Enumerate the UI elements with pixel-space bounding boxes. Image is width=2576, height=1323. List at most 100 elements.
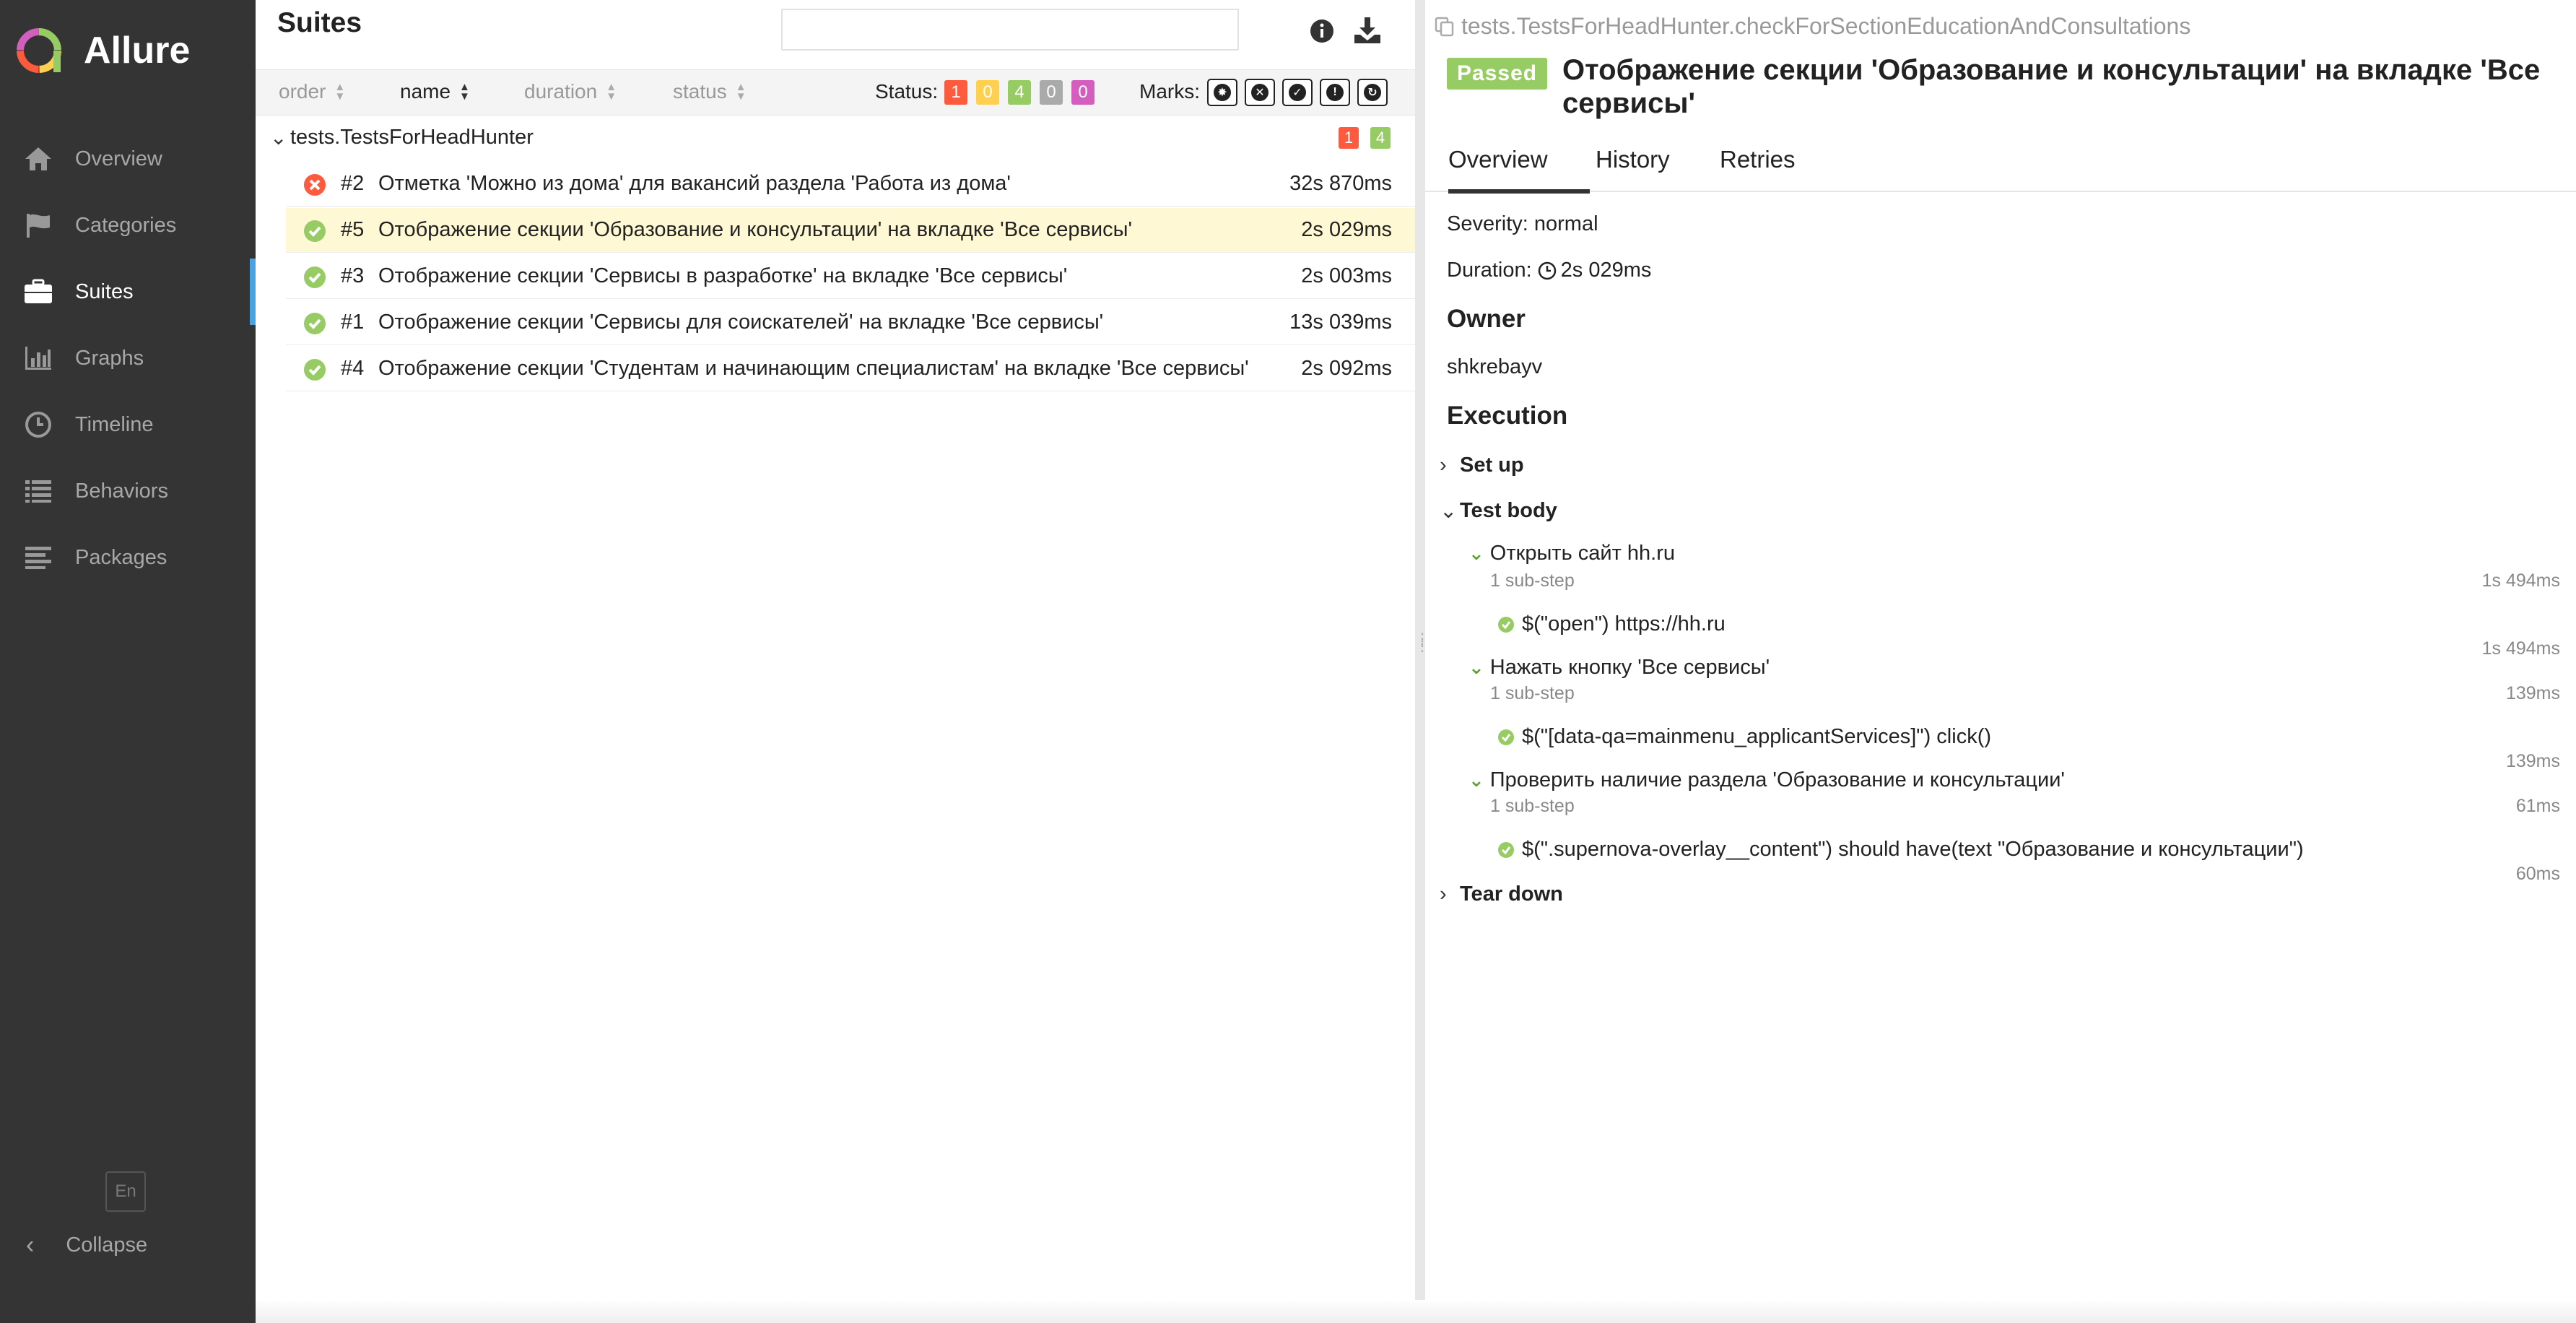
setup-section[interactable]: › Set up: [1440, 454, 1524, 477]
mark-flaky-button[interactable]: ✸: [1207, 79, 1237, 106]
group-passed-count: 4: [1370, 127, 1391, 149]
passed-status-icon: [1498, 841, 1514, 858]
info-icon[interactable]: [1310, 19, 1334, 43]
tab-overview[interactable]: Overview: [1448, 146, 1590, 194]
list-icon: [22, 474, 55, 508]
step-row[interactable]: ⌄ Нажать кнопку 'Все сервисы': [1468, 656, 1770, 680]
duration-line: Duration: 2s 029ms: [1447, 259, 1651, 282]
substep-count: 1 sub-step: [1490, 571, 1575, 591]
step-row[interactable]: ⌄ Открыть сайт hh.ru: [1468, 542, 1675, 565]
tab-history[interactable]: History: [1596, 146, 1670, 189]
sort-label: order: [279, 80, 326, 103]
suite-group-row[interactable]: ⌄ tests.TestsForHeadHunter 1 4: [256, 116, 1415, 159]
nav-packages[interactable]: Packages: [0, 524, 256, 591]
sort-bar: order ▲ ▼ name ▲ ▼ duration ▲ ▼ status ▲ ▼ S…: [256, 69, 1415, 116]
severity-label: Severity: normal: [1447, 212, 1598, 235]
mark-new-passed-button[interactable]: ✓: [1282, 79, 1313, 106]
download-icon[interactable]: [1353, 16, 1382, 45]
setup-label: Set up: [1460, 454, 1524, 477]
test-duration: 13s 039ms: [1289, 311, 1392, 334]
tab-retries[interactable]: Retries: [1720, 146, 1796, 189]
substep-name: $(".supernova-overlay__content") should …: [1522, 838, 2304, 861]
step-row[interactable]: ⌄ Проверить наличие раздела 'Образование…: [1468, 768, 2065, 792]
nav-categories[interactable]: Categories: [0, 192, 256, 259]
nav-behaviors[interactable]: Behaviors: [0, 458, 256, 524]
test-row[interactable]: #3 Отображение секции 'Сервисы в разрабо…: [286, 254, 1415, 299]
substep-name: $("[data-qa=mainmenu_applicantServices]"…: [1522, 725, 1992, 748]
step-name: Открыть сайт hh.ru: [1489, 542, 1676, 565]
passed-status-icon: [304, 359, 326, 381]
nav-graphs[interactable]: Graphs: [0, 325, 256, 391]
sidebar: Allure Overview Categories Suites Graphs…: [0, 0, 256, 1323]
status-filter-label: Status:: [875, 80, 939, 103]
step-duration: 1s 494ms: [2481, 571, 2560, 591]
copy-icon[interactable]: [1434, 16, 1455, 38]
collapse-button[interactable]: ‹ Collapse: [26, 1225, 147, 1265]
sort-name[interactable]: name ▲ ▼: [400, 80, 470, 103]
test-row[interactable]: #5 Отображение секции 'Образование и кон…: [286, 208, 1415, 253]
test-body-section[interactable]: ⌄ Test body: [1440, 498, 1557, 524]
nav-label: Packages: [75, 545, 167, 569]
status-filter-unknown[interactable]: 0: [1071, 80, 1095, 105]
test-name: Отображение секции 'Образование и консул…: [378, 218, 1132, 241]
test-name: Отметка 'Можно из дома' для вакансий раз…: [378, 172, 1011, 195]
page-title: Suites: [277, 7, 362, 38]
marks-filter-label: Marks:: [1139, 80, 1200, 103]
allure-logo-icon: [17, 28, 61, 73]
step-duration: 139ms: [2505, 683, 2560, 703]
exclamation-circle-icon: !: [1326, 84, 1344, 101]
chevron-down-icon: ⌄: [1468, 769, 1484, 791]
substep-row[interactable]: $("open") https://hh.ru: [1497, 612, 1726, 636]
nav-suites[interactable]: Suites: [0, 259, 256, 325]
test-row[interactable]: #1 Отображение секции 'Сервисы для соиск…: [286, 300, 1415, 345]
sort-arrows-icon: ▲ ▼: [606, 81, 617, 103]
owner-heading: Owner: [1447, 305, 1526, 333]
status-filter-failed[interactable]: 1: [944, 80, 967, 105]
test-name: Отображение секции 'Сервисы в разработке…: [378, 264, 1068, 287]
substep-duration: 139ms: [2505, 751, 2560, 771]
nav-label: Overview: [75, 147, 162, 170]
test-full-name[interactable]: tests.TestsForHeadHunter.checkForSection…: [1434, 13, 2190, 40]
passed-status-icon: [304, 266, 326, 288]
sort-duration[interactable]: duration ▲ ▼: [524, 80, 617, 103]
mark-new-broken-button[interactable]: !: [1320, 79, 1350, 106]
execution-heading: Execution: [1447, 402, 1568, 430]
tab-label: History: [1596, 146, 1670, 173]
status-filter-skipped[interactable]: 0: [1040, 80, 1063, 105]
mark-retries-button[interactable]: ↻: [1357, 79, 1388, 106]
tab-label: Overview: [1448, 146, 1548, 173]
nav-label: Timeline: [75, 412, 154, 436]
substep-row[interactable]: $("[data-qa=mainmenu_applicantServices]"…: [1497, 725, 1991, 749]
passed-status-icon: [1498, 616, 1514, 633]
details-tabs: Overview History Retries: [1425, 139, 2576, 194]
chevron-down-icon: ⌄: [1468, 542, 1484, 564]
sort-arrows-icon: ▲ ▼: [735, 81, 747, 103]
substep-row[interactable]: $(".supernova-overlay__content") should …: [1497, 838, 2304, 862]
chevron-down-icon: ⌄: [1468, 656, 1484, 678]
brand[interactable]: Allure: [13, 25, 190, 77]
brand-name: Allure: [84, 30, 191, 71]
mark-new-failed-button[interactable]: ✕: [1245, 79, 1275, 106]
nav-timeline[interactable]: Timeline: [0, 391, 256, 458]
search-input[interactable]: [781, 9, 1239, 51]
drag-handle-icon[interactable]: ⋮ ⋮: [1415, 632, 1430, 686]
language-button[interactable]: En: [105, 1171, 146, 1212]
home-icon: [22, 142, 55, 175]
sort-order[interactable]: order ▲ ▼: [279, 80, 345, 103]
chevron-right-icon: ›: [1440, 454, 1447, 477]
nav-label: Suites: [75, 279, 134, 303]
status-filter-passed[interactable]: 4: [1008, 80, 1031, 105]
full-name-text: tests.TestsForHeadHunter.checkForSection…: [1461, 13, 2191, 39]
test-row[interactable]: #2 Отметка 'Можно из дома' для вакансий …: [286, 162, 1415, 207]
sort-status[interactable]: status ▲ ▼: [673, 80, 747, 103]
teardown-section[interactable]: › Tear down: [1440, 882, 1563, 906]
test-number: #5: [341, 218, 365, 241]
status-filter-broken[interactable]: 0: [976, 80, 999, 105]
bottom-shadow: [256, 1300, 2576, 1323]
teardown-label: Tear down: [1460, 882, 1563, 906]
sort-label: status: [673, 80, 727, 103]
test-row[interactable]: #4 Отображение секции 'Студентам и начин…: [286, 347, 1415, 391]
nav-overview[interactable]: Overview: [0, 126, 256, 192]
test-number: #3: [341, 264, 365, 287]
times-circle-icon: ✕: [1251, 84, 1269, 101]
